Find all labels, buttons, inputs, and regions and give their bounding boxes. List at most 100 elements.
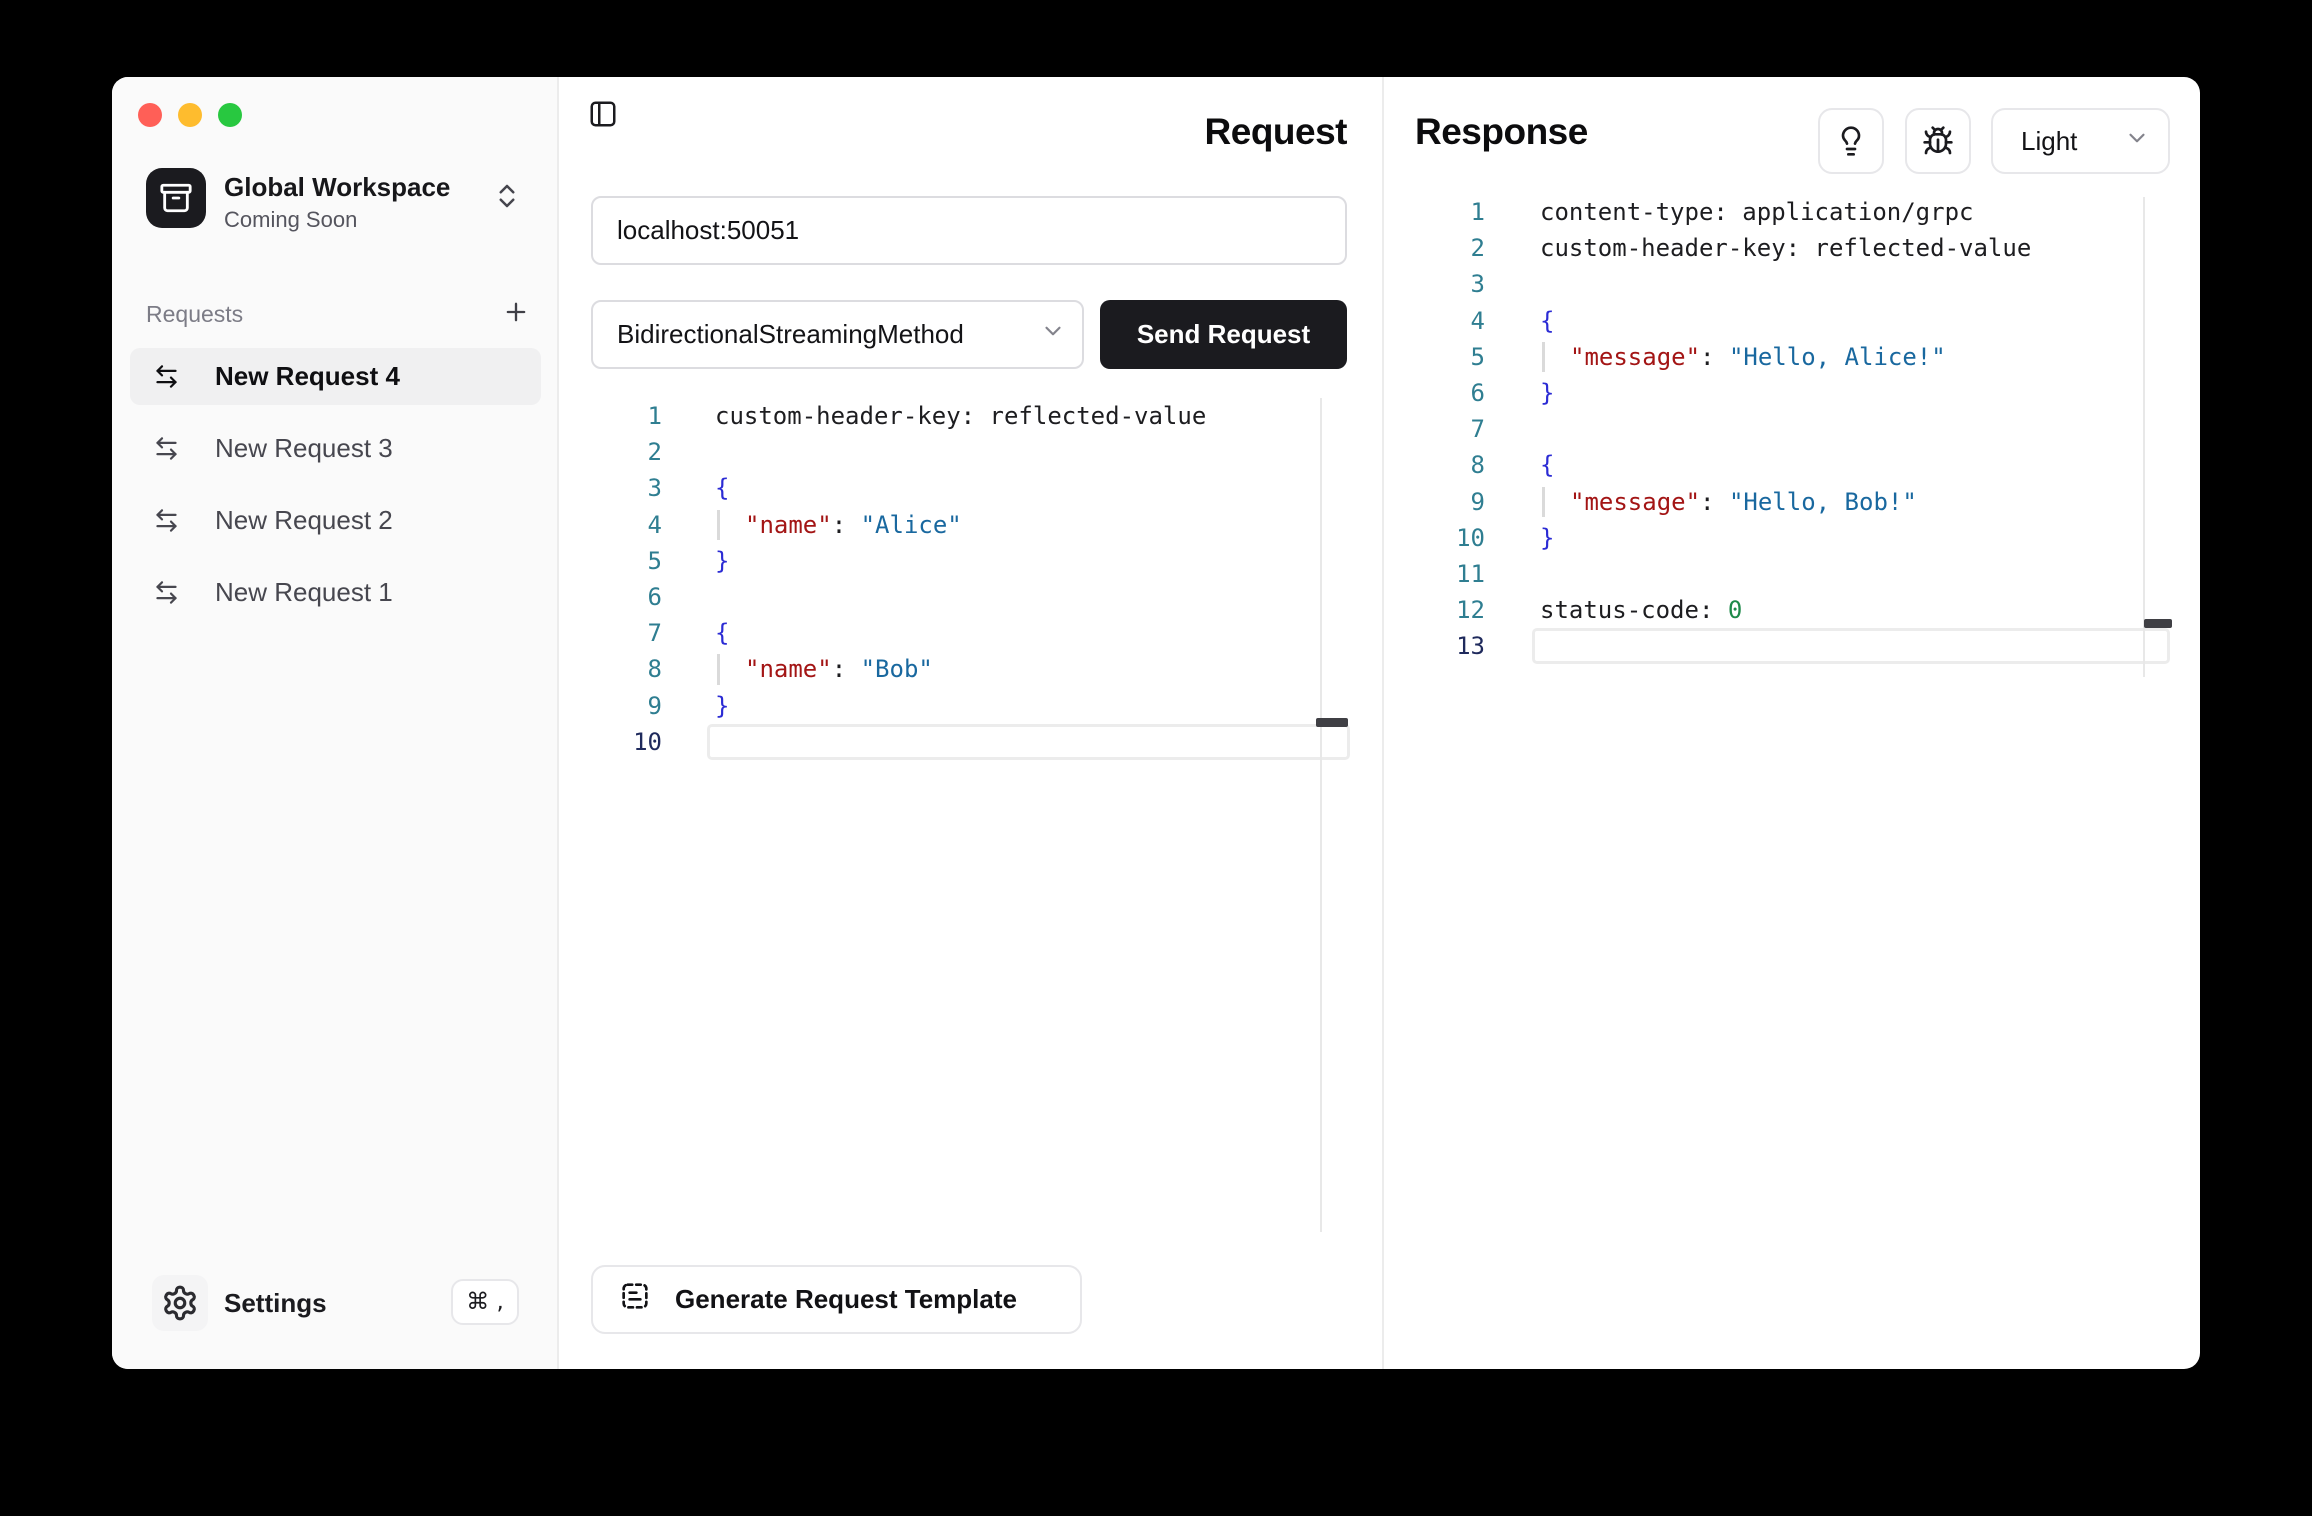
editor-line[interactable]: 9}	[588, 688, 1350, 724]
close-window-button[interactable]	[138, 103, 162, 127]
code-token: "Alice"	[861, 511, 962, 539]
sidebar-item-request-1[interactable]: New Request 1	[130, 564, 541, 621]
minimize-window-button[interactable]	[178, 103, 202, 127]
theme-select[interactable]: Light	[1991, 108, 2170, 174]
workspace-switcher[interactable]	[492, 181, 522, 216]
gear-icon	[152, 1275, 208, 1331]
theme-select-value: Light	[2021, 126, 2077, 157]
workspace-subtitle: Coming Soon	[224, 207, 357, 233]
app-window: Global Workspace Coming Soon Requests Ne…	[112, 77, 2200, 1369]
code-token: "Bob"	[861, 655, 933, 683]
toggle-sidebar-button[interactable]	[588, 99, 618, 129]
debug-button[interactable]	[1905, 108, 1971, 174]
editor-line[interactable]: 1content-type: application/grpc	[1415, 194, 2170, 230]
code-line	[1532, 266, 2170, 302]
code-line: }	[707, 688, 1350, 724]
code-line: custom-header-key: reflected-value	[707, 398, 1350, 434]
line-number: 10	[588, 724, 662, 760]
request-editor[interactable]: 1custom-header-key: reflected-value23{4"…	[588, 398, 1350, 760]
editor-line[interactable]: 5}	[588, 543, 1350, 579]
editor-line[interactable]: 6}	[1415, 375, 2170, 411]
template-icon	[619, 1280, 651, 1319]
indent-guide	[717, 510, 720, 540]
method-select[interactable]: BidirectionalStreamingMethod	[591, 300, 1084, 369]
editor-line[interactable]: 8{	[1415, 447, 2170, 483]
sidebar-item-request-3[interactable]: New Request 3	[130, 420, 541, 477]
indent-guide	[717, 654, 720, 684]
editor-line[interactable]: 3	[1415, 266, 2170, 302]
request-item-label: New Request 4	[215, 361, 400, 392]
code-token: {	[715, 474, 729, 502]
editor-line[interactable]: 12status-code: 0	[1415, 592, 2170, 628]
add-request-button[interactable]	[499, 295, 533, 329]
send-request-label: Send Request	[1137, 319, 1310, 350]
workspace-icon	[146, 168, 206, 228]
editor-line[interactable]: 4"name": "Alice"	[588, 507, 1350, 543]
response-panel-title: Response	[1415, 111, 1588, 153]
line-number: 2	[1415, 230, 1485, 266]
editor-line[interactable]: 13	[1415, 628, 2170, 664]
editor-line[interactable]: 3{	[588, 470, 1350, 506]
editor-line[interactable]: 10	[588, 724, 1350, 760]
code-line: "name": "Bob"	[707, 651, 1350, 687]
line-number: 8	[1415, 447, 1485, 483]
code-line: "message": "Hello, Bob!"	[1532, 484, 2170, 520]
response-editor-scrollbar-track[interactable]	[2143, 197, 2145, 677]
line-number: 5	[1415, 339, 1485, 375]
panel-divider	[1382, 77, 1384, 1369]
response-editor-scrollbar-thumb[interactable]	[2144, 619, 2172, 628]
line-number: 4	[1415, 303, 1485, 339]
requests-section-label: Requests	[146, 301, 243, 328]
indent-guide	[1542, 342, 1545, 372]
lightbulb-icon	[1835, 125, 1867, 157]
code-line: }	[1532, 375, 2170, 411]
editor-line[interactable]: 1custom-header-key: reflected-value	[588, 398, 1350, 434]
send-request-button[interactable]: Send Request	[1100, 300, 1347, 369]
editor-line[interactable]: 8 "name": "Bob"	[588, 651, 1350, 687]
code-token: :	[832, 655, 861, 683]
editor-line[interactable]: 7{	[588, 615, 1350, 651]
editor-line[interactable]: 5 "message": "Hello, Alice!"	[1415, 339, 2170, 375]
code-token: }	[715, 692, 729, 720]
code-token: "Hello, Alice!"	[1729, 343, 1946, 371]
request-editor-scrollbar-thumb[interactable]	[1316, 718, 1348, 727]
code-line	[1532, 411, 2170, 447]
code-token: "message"	[1570, 488, 1700, 516]
line-number: 3	[1415, 266, 1485, 302]
request-list: New Request 4 New Request 3 New Request 2 N…	[130, 348, 541, 636]
editor-line[interactable]: 4{	[1415, 303, 2170, 339]
generate-request-template-button[interactable]: Generate Request Template	[591, 1265, 1082, 1334]
hint-button[interactable]	[1818, 108, 1884, 174]
response-editor[interactable]: 1content-type: application/grpc2custom-h…	[1415, 194, 2170, 664]
code-line	[707, 434, 1350, 470]
line-number: 5	[588, 543, 662, 579]
bug-icon	[1922, 125, 1954, 157]
code-token: }	[1540, 379, 1554, 407]
editor-line[interactable]: 7	[1415, 411, 2170, 447]
sidebar-item-request-2[interactable]: New Request 2	[130, 492, 541, 549]
editor-line[interactable]: 11	[1415, 556, 2170, 592]
code-token: content-type: application/grpc	[1540, 198, 1973, 226]
sidebar-item-request-4[interactable]: New Request 4	[130, 348, 541, 405]
code-token: 0	[1728, 596, 1742, 624]
code-line: }	[707, 543, 1350, 579]
code-line: "message": "Hello, Alice!"	[1532, 339, 2170, 375]
chevrons-up-down-icon	[492, 181, 522, 211]
line-number: 11	[1415, 556, 1485, 592]
server-url-input[interactable]	[591, 196, 1347, 265]
editor-line[interactable]: 9"message": "Hello, Bob!"	[1415, 484, 2170, 520]
editor-line[interactable]: 2custom-header-key: reflected-value	[1415, 230, 2170, 266]
editor-line[interactable]: 2	[588, 434, 1350, 470]
editor-line[interactable]: 6	[588, 579, 1350, 615]
editor-line[interactable]: 10}	[1415, 520, 2170, 556]
chevron-down-icon	[2124, 125, 2150, 158]
request-editor-scrollbar-track[interactable]	[1320, 398, 1322, 1232]
indent-guide	[1542, 487, 1545, 517]
settings-row[interactable]: Settings ⌘ ,	[112, 1273, 559, 1339]
line-number: 12	[1415, 592, 1485, 628]
zoom-window-button[interactable]	[218, 103, 242, 127]
line-number: 8	[588, 651, 662, 687]
code-line: {	[1532, 303, 2170, 339]
workspace-name: Global Workspace	[224, 172, 450, 203]
code-token: {	[1540, 307, 1554, 335]
